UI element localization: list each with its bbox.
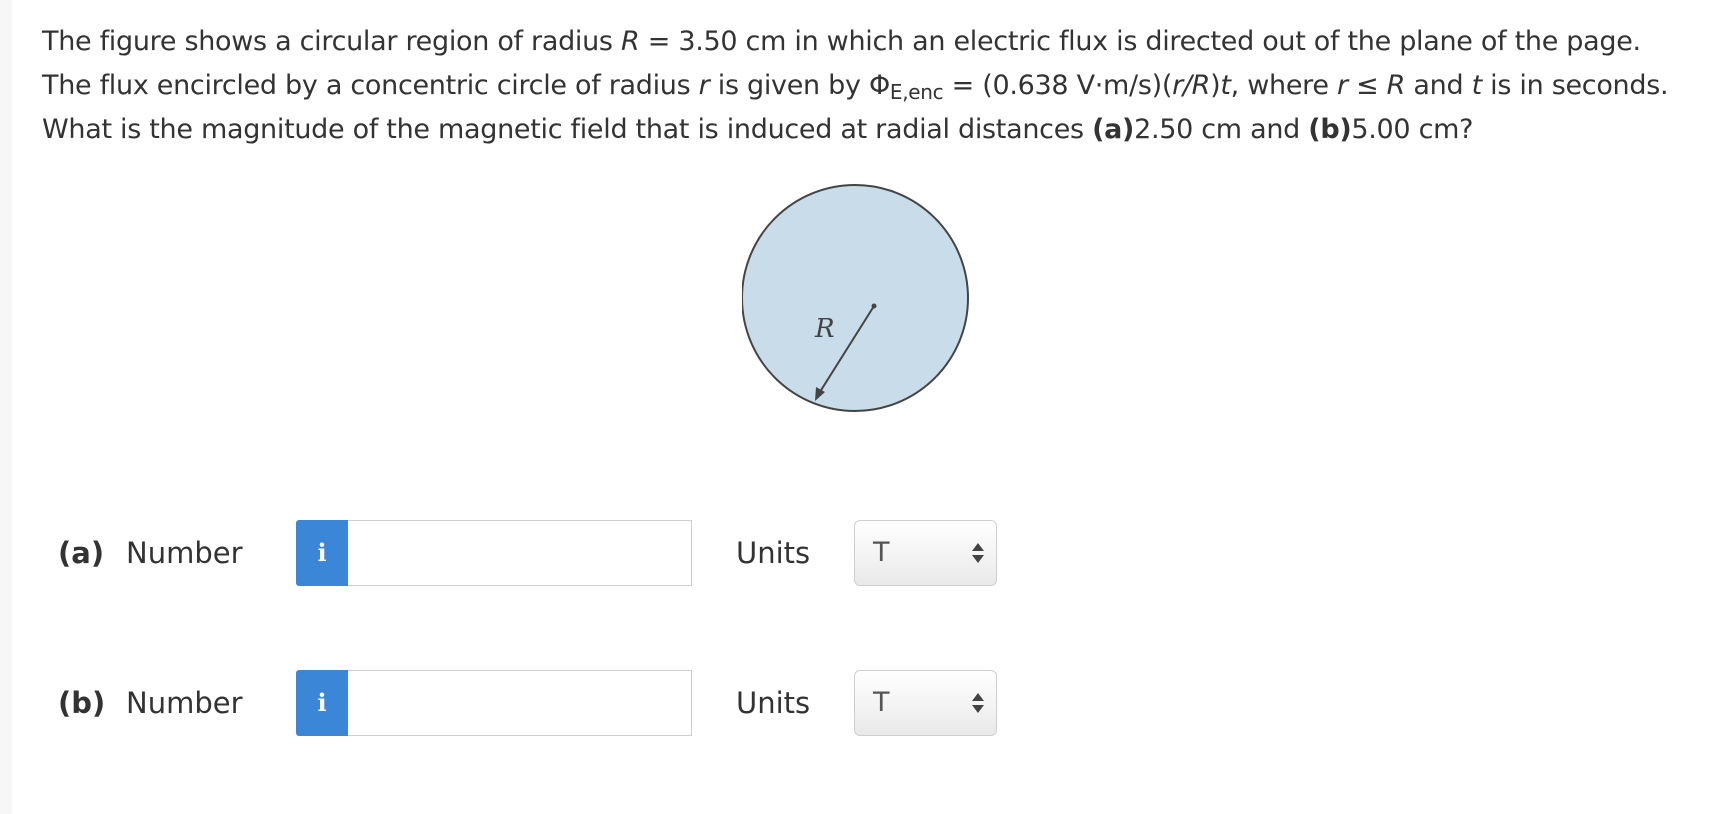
- units-select-a[interactable]: T: [854, 520, 997, 586]
- number-label-a: Number: [126, 536, 243, 570]
- part-b-label: (b): [58, 686, 106, 720]
- figure-svg: R: [742, 184, 969, 412]
- radius-label: R: [814, 314, 835, 344]
- number-input-b[interactable]: [348, 670, 692, 736]
- number-input-a[interactable]: [348, 520, 692, 586]
- center-dot: [871, 303, 877, 309]
- question-text: The figure shows a circular region of ra…: [42, 20, 1702, 152]
- number-label-b: Number: [126, 686, 243, 720]
- up-down-arrows-icon: [972, 543, 984, 563]
- flux-region-circle: [742, 184, 969, 412]
- units-label-b: Units: [736, 686, 811, 720]
- units-selected-value-b: T: [873, 687, 890, 718]
- info-icon[interactable]: i: [296, 520, 348, 586]
- question-line-2: The flux encircled by a concentric circl…: [42, 70, 1669, 104]
- units-select-b[interactable]: T: [854, 670, 997, 736]
- units-label-a: Units: [736, 536, 811, 570]
- question-page: The figure shows a circular region of ra…: [12, 0, 1722, 814]
- circular-region-figure: R: [742, 183, 992, 433]
- info-icon[interactable]: i: [296, 670, 348, 736]
- up-down-arrows-icon: [972, 693, 984, 713]
- units-selected-value-a: T: [873, 537, 890, 568]
- question-line-1: The figure shows a circular region of ra…: [42, 26, 1641, 57]
- question-line-3: What is the magnitude of the magnetic fi…: [42, 114, 1474, 145]
- part-a-label: (a): [58, 536, 105, 570]
